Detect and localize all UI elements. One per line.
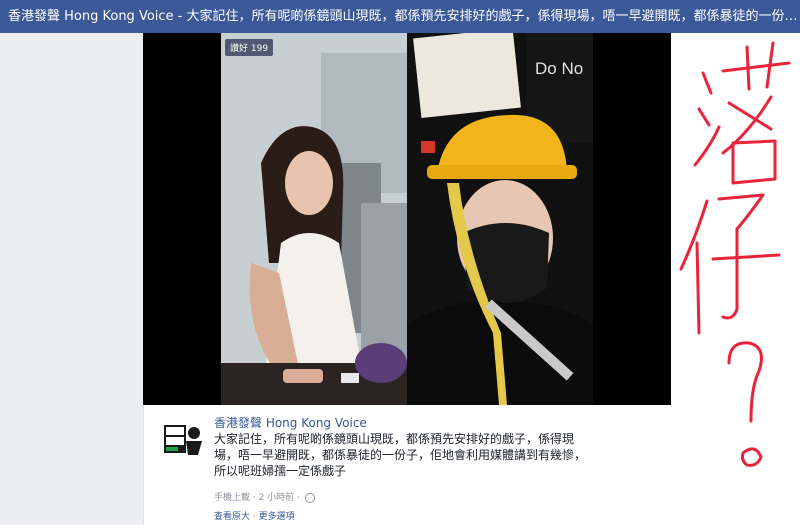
handwriting-area [671, 33, 800, 525]
photo-viewer[interactable]: 讚好 199 Do No [143, 33, 671, 405]
post-meta: 手機上載 · 2 小時前 · [214, 490, 315, 503]
page-name-link[interactable]: 香港發聲 Hong Kong Voice [214, 414, 367, 431]
like-count-badge: 讚好 199 [225, 39, 274, 56]
photo-right-panel: Do No [407, 33, 593, 405]
globe-icon [304, 492, 315, 503]
protester-helmet-illustration [407, 33, 593, 405]
woman-wheelchair-illustration [221, 33, 407, 405]
protest-sign-text: Do No [535, 59, 584, 78]
more-options-link[interactable]: 更多選項 [259, 512, 295, 522]
post-info-panel: 香港發聲 Hong Kong Voice 大家記住，所有呢啲係鏡頭山現既，都係預… [143, 405, 671, 525]
view-full-size-link[interactable]: 查看原大 [214, 512, 250, 522]
hong-kong-voice-logo-icon [162, 419, 202, 459]
post-options: 查看原大 · 更多選項 [214, 509, 295, 522]
left-margin [0, 33, 143, 525]
handwritten-annotation [679, 41, 791, 467]
post-meta-text: 手機上載 · 2 小時前 · [214, 493, 300, 503]
page-avatar[interactable] [162, 419, 202, 459]
window-title: 香港發聲 Hong Kong Voice - 大家記住，所有呢啲係鏡頭山現既，都… [0, 0, 800, 33]
photo-left-panel: 讚好 199 [221, 33, 407, 405]
post-text: 大家記住，所有呢啲係鏡頭山現既，都係預先安排好的戲子，係得現場，唔一早避開既，都… [214, 432, 587, 478]
